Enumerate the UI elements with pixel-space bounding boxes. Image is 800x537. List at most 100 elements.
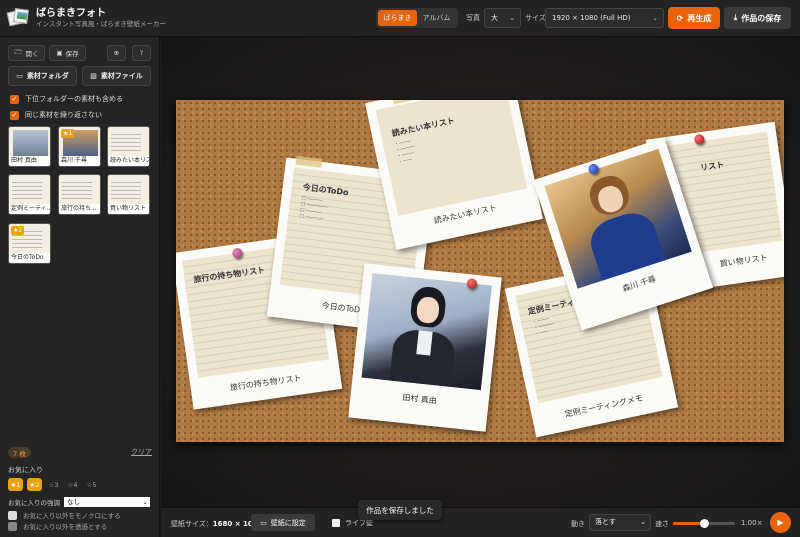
size-label: サイズ: [525, 14, 546, 22]
globe-button[interactable]: ⊕: [107, 45, 126, 61]
speed-label: 速さ: [655, 520, 669, 528]
emphasis-row: お気に入りの強調 なし ⌄: [8, 497, 150, 507]
thumb-item[interactable]: 定例ミーティ...: [8, 174, 51, 215]
fav-button-1[interactable]: ★1: [8, 478, 23, 491]
subfolder-option[interactable]: ✓ 下位フォルダーの素材も含める: [10, 94, 123, 104]
motion-select[interactable]: 落とす ⌄: [589, 514, 651, 531]
header-bar: ばらまきフォト インスタント写真風・ばらまき壁紙メーカー ばらまき アルバム 写…: [0, 0, 800, 37]
fav-button-2[interactable]: ★2: [27, 478, 42, 491]
sidebar: 🗁 開く ▣ 保存 ⊕ ? ▭ 素材フォルダ ▨ 素材ファイル ✓ 下位フォルダーの素材も…: [0, 37, 160, 537]
refresh-icon: ⟳: [676, 13, 684, 23]
help-icon: ?: [139, 49, 144, 57]
size-value: 1920 × 1080 (Full HD): [552, 14, 631, 22]
fav-button-3[interactable]: ☆3: [46, 478, 61, 491]
photo-thumb: [13, 130, 48, 157]
download-icon: ⤓: [733, 13, 738, 22]
save-label: 保存: [65, 50, 79, 58]
thumb-item[interactable]: ★2 今日のToDo: [8, 223, 51, 264]
disk-icon: ▣: [56, 49, 63, 57]
regenerate-button[interactable]: ⟳ 再生成: [668, 7, 720, 29]
wallpaper-size: 壁紙サイズ：1680 × 1050: [171, 519, 263, 529]
tab-album[interactable]: アルバム: [417, 10, 456, 26]
speed-slider[interactable]: [673, 519, 735, 528]
clear-link[interactable]: クリア: [131, 447, 152, 457]
photo-card: 田村 真由: [348, 263, 502, 432]
thumb-item[interactable]: ★1 森川 千尋: [58, 126, 101, 167]
portrait-photo: [361, 273, 492, 391]
favorites-label: お気に入り: [8, 466, 43, 474]
note-thumb: [62, 179, 92, 199]
save-work-label: 作品の保存: [741, 13, 782, 23]
save-button[interactable]: ▣ 保存: [49, 45, 86, 61]
trans-option[interactable]: お気に入り以外を透過とする: [8, 521, 107, 531]
size-select[interactable]: 1920 × 1080 (Full HD) ⌄: [545, 8, 664, 28]
folder-icon: 🗁: [14, 47, 23, 56]
material-folder-label: 素材フォルダ: [26, 72, 69, 80]
thumb-item[interactable]: 買い物リスト: [107, 174, 150, 215]
note-scribbles: ☐ ───── ☐ ─────── ☐ ───── ☐ ──────: [298, 195, 328, 223]
star-badge: ★2: [11, 226, 25, 235]
checkbox-unchecked[interactable]: [8, 521, 17, 531]
app-title: ばらまきフォト: [36, 7, 106, 19]
toast-notification: 作品を保存しました: [358, 500, 442, 520]
note-card: 読みたい本リスト ・──── ・───── ・──── ・─── 読みたい本リスト: [365, 100, 543, 250]
material-file-label: 素材ファイル: [100, 72, 143, 80]
set-wallpaper-label: 壁紙に設定: [270, 518, 306, 527]
motion-label: 動き: [571, 520, 585, 528]
star-badge: ★1: [61, 129, 75, 138]
motion-value: 落とす: [595, 518, 616, 526]
emphasis-select[interactable]: なし ⌄: [64, 497, 150, 507]
app-logo-icon: [6, 8, 30, 27]
thumb-item[interactable]: 旅行の持ち...: [58, 174, 101, 215]
mono-option[interactable]: お気に入り以外をモノクロにする: [8, 510, 121, 520]
subfolder-label: 下位フォルダーの素材も含める: [25, 95, 123, 103]
card-caption: 田村 真由: [401, 392, 438, 406]
regenerate-label: 再生成: [687, 13, 712, 23]
thumb-caption: 今日のToDo: [9, 253, 50, 263]
thumb-caption: 旅行の持ち...: [59, 204, 100, 214]
tab-barabara[interactable]: ばらまき: [378, 10, 417, 26]
thumb-item[interactable]: 田村 真由: [8, 126, 51, 167]
trans-label: お気に入り以外を透過とする: [23, 523, 108, 531]
fav-button-5[interactable]: ☆5: [84, 478, 99, 491]
thumb-item[interactable]: 読みたい本リスト: [107, 126, 150, 167]
note-thumb: [111, 179, 141, 199]
open-label: 開く: [25, 50, 39, 58]
speed-value: 1.00×: [741, 519, 763, 527]
photo-size-value: 大: [491, 14, 498, 22]
norepeat-label: 同じ素材を繰り返さない: [25, 111, 102, 119]
emphasis-value: なし: [67, 498, 80, 506]
chevron-down-icon: ⌄: [640, 518, 646, 526]
material-folder-button[interactable]: ▭ 素材フォルダ: [8, 66, 77, 86]
play-button[interactable]: ▶: [770, 512, 791, 533]
checkbox-checked[interactable]: ✓: [10, 94, 19, 104]
note-thumb: [111, 131, 141, 151]
chevron-down-icon: ⌄: [142, 498, 148, 506]
count-badge: 7 枚: [8, 447, 31, 458]
material-file-button[interactable]: ▨ 素材ファイル: [82, 66, 151, 86]
app-subtitle: インスタント写真風・ばらまき壁紙メーカー: [36, 19, 166, 28]
speed-slider-handle[interactable]: [700, 519, 709, 528]
thumb-caption: 田村 真由: [9, 156, 50, 166]
photo-size-select[interactable]: 大 ⌄: [484, 8, 521, 28]
help-button[interactable]: ?: [132, 45, 151, 61]
checkbox-unchecked[interactable]: [8, 510, 17, 520]
monitor-icon: ▭: [260, 518, 267, 527]
chevron-down-icon: ⌄: [652, 14, 658, 22]
checkbox-unchecked[interactable]: [332, 519, 340, 527]
corkboard-preview[interactable]: 旅行の持ち物リスト 旅行の持ち物リスト 今日のToDo ☐ ───── ☐ ───…: [176, 100, 784, 442]
norepeat-option[interactable]: ✓ 同じ素材を繰り返さない: [10, 110, 102, 120]
set-wallpaper-button[interactable]: ▭ 壁紙に設定: [251, 514, 315, 531]
save-work-button[interactable]: ⤓ 作品の保存: [724, 7, 791, 29]
fav-button-4[interactable]: ☆4: [65, 478, 80, 491]
mode-toggle: ばらまき アルバム: [376, 8, 458, 28]
photo-size-label: 写真: [466, 14, 480, 22]
image-icon: ▨: [90, 72, 97, 80]
checkbox-checked[interactable]: ✓: [10, 110, 19, 120]
open-button[interactable]: 🗁 開く: [8, 45, 45, 61]
thumb-caption: 森川 千尋: [59, 156, 100, 166]
wallpaper-size-label: 壁紙サイズ：: [171, 520, 213, 528]
thumb-caption: 買い物リスト: [108, 204, 149, 214]
play-icon: ▶: [777, 518, 784, 527]
app-window: ばらまきフォト インスタント写真風・ばらまき壁紙メーカー ばらまき アルバム 写…: [0, 0, 800, 537]
